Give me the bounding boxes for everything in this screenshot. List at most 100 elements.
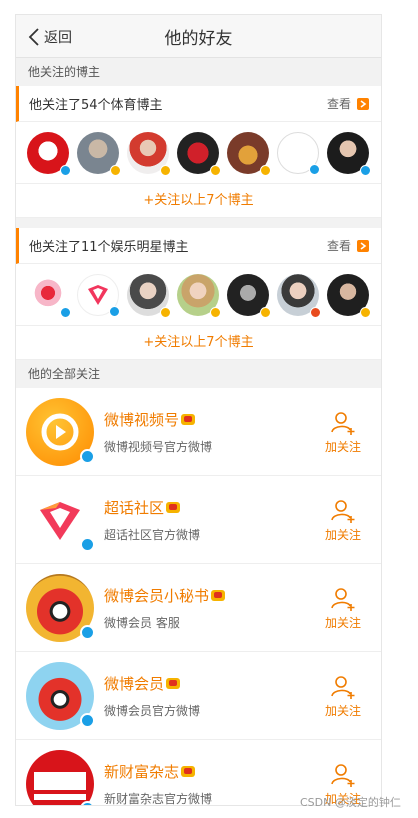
verified-badge-icon — [210, 306, 221, 318]
vip-crown-icon — [166, 501, 181, 513]
add-follow-button[interactable]: 加关注 — [323, 410, 363, 455]
verified-badge-icon — [109, 305, 120, 317]
group-title: 他关注了54个体育博主 — [29, 98, 163, 113]
item-name: 新财富杂志 — [104, 762, 180, 781]
add-follow-button[interactable]: 加关注 — [323, 498, 363, 543]
vip-crown-icon — [166, 677, 181, 689]
add-user-icon — [331, 676, 355, 699]
vip-crown-icon — [181, 413, 196, 425]
item-name: 微博会员小秘书 — [104, 586, 210, 605]
avatar[interactable] — [26, 661, 95, 730]
add-follow-button[interactable]: 加关注 — [323, 674, 363, 719]
verified-badge-icon — [210, 164, 221, 176]
verified-badge-icon — [80, 624, 95, 640]
divider — [16, 218, 381, 228]
top-bar: 返回 他的好友 — [16, 15, 381, 58]
verified-badge-icon — [310, 306, 321, 318]
item-desc: 超话社区官方微博 — [104, 527, 201, 542]
vip-crown-icon — [211, 589, 226, 601]
group-header: 他关注了54个体育博主 查看 — [16, 86, 381, 122]
follow-list: 微博视频号 微博视频号官方微博 加关注 超话社区 超话社区官方微博 加关注 微博… — [16, 388, 381, 806]
group-header: 他关注了11个娱乐明星博主 查看 — [16, 228, 381, 264]
avatar[interactable] — [177, 131, 221, 176]
item-info: 新财富杂志 新财富杂志官方微博 — [104, 761, 213, 806]
app-window: 返回 他的好友 他关注的博主 他关注了54个体育博主 查看 +关注以上7个博主 — [15, 14, 382, 806]
avatar[interactable] — [327, 273, 371, 318]
vip-crown-icon — [181, 765, 196, 777]
avatar[interactable] — [27, 131, 71, 176]
list-item[interactable]: 微博会员小秘书 微博会员 客服 加关注 — [16, 564, 381, 652]
verified-badge-icon — [160, 164, 171, 176]
see-label: 查看 — [326, 97, 351, 111]
avatar[interactable] — [77, 273, 120, 317]
item-desc: 微博视频号官方微博 — [104, 439, 213, 454]
avatar[interactable] — [177, 273, 221, 318]
avatar-row — [16, 122, 381, 184]
avatar[interactable] — [127, 131, 171, 176]
avatar[interactable] — [227, 273, 271, 318]
verified-badge-icon — [360, 164, 371, 176]
verified-badge-icon — [80, 712, 95, 728]
item-info: 超话社区 超话社区官方微博 — [104, 497, 200, 543]
avatar[interactable] — [26, 573, 95, 642]
avatar-row — [16, 264, 381, 326]
verified-badge-icon — [110, 164, 121, 176]
item-name: 微博视频号 — [104, 410, 180, 429]
see-button[interactable]: 查看 — [327, 237, 369, 254]
item-info: 微博会员小秘书 微博会员 客服 — [104, 585, 226, 631]
verified-badge-icon — [60, 164, 71, 176]
add-user-icon — [331, 588, 355, 611]
avatar[interactable] — [27, 273, 71, 318]
verified-badge-icon — [60, 306, 71, 318]
list-item[interactable]: 超话社区 超话社区官方微博 加关注 — [16, 476, 381, 564]
add-follow-button[interactable]: 加关注 — [323, 586, 363, 631]
back-button[interactable]: 返回 — [28, 15, 72, 58]
verified-badge-icon — [309, 163, 320, 175]
add-follow-label: 加关注 — [324, 528, 361, 542]
back-label: 返回 — [44, 29, 72, 46]
page-title: 他的好友 — [164, 28, 233, 49]
item-name-row: 微博会员 — [104, 673, 200, 694]
follow-all-button[interactable]: +关注以上7个博主 — [16, 184, 381, 218]
verified-badge-icon — [260, 164, 271, 176]
chevron-left-icon — [28, 27, 39, 46]
item-name: 超话社区 — [104, 498, 165, 517]
avatar[interactable] — [277, 273, 321, 318]
arrow-right-icon — [357, 97, 369, 110]
avatar[interactable] — [127, 273, 171, 318]
avatar[interactable] — [26, 749, 95, 805]
add-user-icon — [331, 500, 355, 523]
add-follow-label: 加关注 — [324, 616, 361, 630]
add-follow-label: 加关注 — [324, 704, 361, 718]
item-name-row: 微博视频号 — [104, 409, 212, 430]
see-button[interactable]: 查看 — [327, 95, 369, 112]
add-user-icon — [331, 412, 355, 435]
list-item[interactable]: 微博会员 微博会员官方微博 加关注 — [16, 652, 381, 740]
see-label: 查看 — [326, 239, 351, 253]
avatar[interactable] — [277, 131, 320, 175]
arrow-right-icon — [357, 239, 369, 252]
verified-badge-icon — [160, 306, 171, 318]
avatar[interactable] — [26, 397, 95, 466]
verified-badge-icon — [80, 448, 95, 464]
item-desc: 微博会员官方微博 — [104, 703, 201, 718]
follow-all-button[interactable]: +关注以上7个博主 — [16, 326, 381, 360]
item-name: 微博会员 — [104, 674, 165, 693]
new-fortune-logo-icon — [34, 771, 86, 800]
avatar[interactable] — [327, 131, 371, 176]
add-follow-label: 加关注 — [324, 440, 361, 454]
item-info: 微博视频号 微博视频号官方微博 — [104, 409, 212, 455]
item-desc: 微博会员 客服 — [104, 615, 180, 630]
watermark: CSDN @淡定的钟仁 — [300, 796, 401, 809]
add-user-icon — [331, 764, 355, 787]
section-title-followed-bloggers: 他关注的博主 — [16, 58, 381, 86]
avatar[interactable] — [77, 131, 121, 176]
item-desc: 新财富杂志官方微博 — [104, 791, 213, 806]
avatar[interactable] — [26, 485, 95, 554]
verified-badge-icon — [260, 306, 271, 318]
list-item[interactable]: 微博视频号 微博视频号官方微博 加关注 — [16, 388, 381, 476]
entertainment-bloggers-card: 他关注了11个娱乐明星博主 查看 +关注以上7个博主 — [16, 228, 381, 360]
avatar[interactable] — [227, 131, 271, 176]
sports-bloggers-card: 他关注了54个体育博主 查看 +关注以上7个博主 — [16, 86, 381, 218]
item-name-row: 微博会员小秘书 — [104, 585, 226, 606]
